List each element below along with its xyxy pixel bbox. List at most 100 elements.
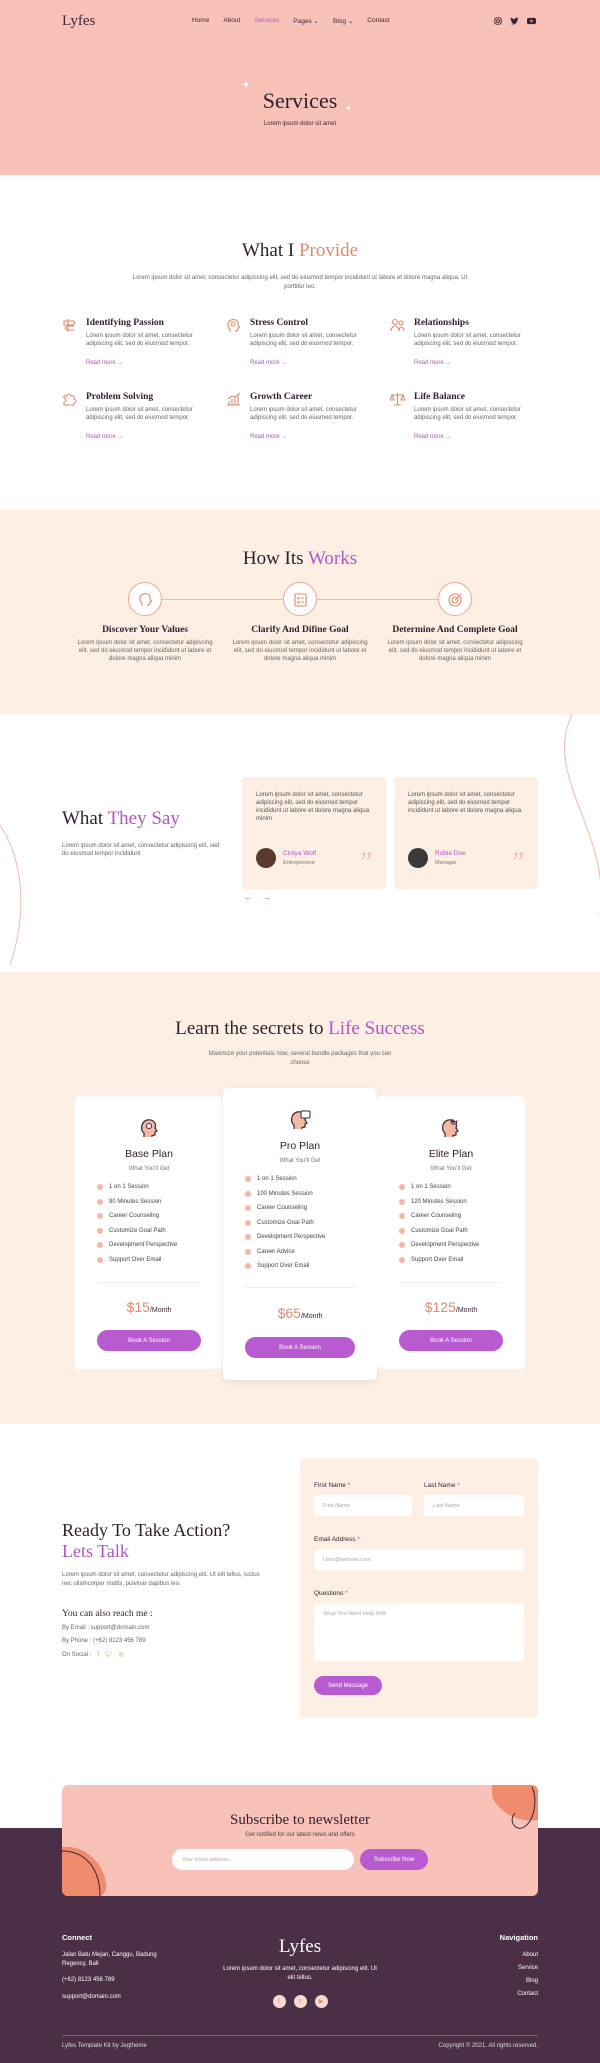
- footer-nav-about[interactable]: About: [500, 1951, 538, 1960]
- quote-icon: ”: [512, 847, 524, 876]
- site-logo[interactable]: Lyfes: [62, 13, 95, 30]
- step-title: Clarify And Difine Goal: [251, 625, 349, 635]
- service-text: Lorem ipsum dolor sit amet, consectetur …: [414, 407, 521, 421]
- facebook-icon[interactable]: f: [97, 1652, 99, 1658]
- contact-email[interactable]: By Email : support@domain.com: [62, 1625, 149, 1631]
- feature-item: Customize Goal Path: [97, 1224, 177, 1239]
- book-session-button[interactable]: Book A Session: [245, 1337, 355, 1358]
- arrow-right-icon[interactable]: →: [263, 893, 271, 902]
- email-label: Email Address *: [314, 1536, 360, 1543]
- feature-label: Support Over Email: [109, 1256, 162, 1263]
- instagram-icon[interactable]: [493, 16, 502, 25]
- feature-item: Career Counseling: [245, 1201, 325, 1216]
- nav-blog[interactable]: Blog ⌄: [333, 17, 353, 25]
- nav-services[interactable]: Services: [254, 17, 279, 25]
- feature-label: 120 Minutes Session: [411, 1198, 467, 1205]
- pro-plan-icon: [289, 1110, 311, 1132]
- twitter-icon[interactable]: 🐦︎: [105, 1651, 113, 1658]
- step-text: Lorem ipsum dolor sit amet, consectetur …: [77, 640, 213, 662]
- testimonials-title-accent: They Say: [107, 808, 180, 829]
- balance-icon: [389, 392, 406, 408]
- read-more-link[interactable]: Read more →: [250, 360, 287, 366]
- twitter-icon[interactable]: [510, 16, 519, 25]
- page-title: Services: [262, 88, 338, 113]
- contact-phone[interactable]: By Phone : (+62) 8123 456 789: [62, 1638, 146, 1644]
- newsletter-title: Subscribe to newsletter: [230, 1812, 370, 1828]
- required-mark: *: [345, 1590, 348, 1597]
- read-more-link[interactable]: Read more →: [86, 434, 123, 440]
- footer-copyright: Copyright © 2021. All rights reserved.: [438, 2043, 538, 2049]
- testimonial-role: Manager: [435, 860, 457, 866]
- youtube-icon[interactable]: ▶: [314, 1995, 328, 2008]
- plan-price: $125/Month: [377, 1299, 525, 1315]
- price-value: $15: [126, 1299, 150, 1315]
- read-more-label: Read more: [86, 360, 116, 366]
- feature-item: Support Over Email: [97, 1253, 177, 1268]
- book-session-button[interactable]: Book A Session: [97, 1330, 201, 1351]
- works-title: How Its Works: [0, 548, 600, 570]
- checklist-icon: [283, 582, 317, 616]
- newsletter-box: Subscribe to newsletter Get notified for…: [62, 1785, 538, 1896]
- twitter-icon[interactable]: t: [293, 1995, 307, 2008]
- nav-home[interactable]: Home: [192, 17, 209, 25]
- check-icon: [399, 1256, 405, 1263]
- instagram-icon[interactable]: ◎: [119, 1651, 124, 1658]
- provide-title-plain: What I: [241, 240, 295, 261]
- signpost-icon: [62, 318, 78, 334]
- required-mark: *: [347, 1482, 351, 1489]
- check-icon: [97, 1227, 103, 1234]
- price-period: /Month: [455, 1307, 478, 1314]
- arrow-left-icon[interactable]: ←: [244, 893, 252, 902]
- step-text: Lorem ipsum dolor sit amet, consectetur …: [387, 640, 523, 662]
- feature-label: Career Counseling: [411, 1213, 462, 1220]
- footer-phone[interactable]: (+62) 8123 456 789: [62, 1976, 172, 1985]
- footer-nav-blog[interactable]: Blog: [500, 1977, 538, 1986]
- read-more-link[interactable]: Read more →: [414, 434, 451, 440]
- read-more-link[interactable]: Read more →: [414, 360, 451, 366]
- plan-price: $15/Month: [75, 1299, 223, 1315]
- feature-label: 1 on 1 Session: [411, 1184, 451, 1191]
- feature-item: Career Counseling: [97, 1209, 177, 1224]
- check-icon: [245, 1176, 251, 1183]
- nav-about[interactable]: About: [223, 17, 240, 25]
- check-icon: [245, 1190, 251, 1197]
- check-icon: [97, 1242, 103, 1249]
- feature-item: Development Perspective: [399, 1238, 479, 1253]
- price-value: $125: [424, 1299, 456, 1315]
- send-message-button[interactable]: Send Message: [314, 1676, 382, 1695]
- read-more-link[interactable]: Read more →: [250, 434, 287, 440]
- people-icon: [390, 318, 406, 334]
- contact-social: On Social : f 🐦︎ ◎: [62, 1651, 124, 1659]
- feature-label: 100 Minutes Session: [257, 1190, 313, 1197]
- youtube-icon[interactable]: [527, 16, 536, 25]
- service-text: Lorem ipsum dolor sit amet, consectetur …: [250, 407, 357, 421]
- nav-pages[interactable]: Pages ⌄: [293, 17, 319, 25]
- chevron-down-icon: ⌄: [347, 18, 354, 25]
- feature-label: Career Advice: [257, 1248, 295, 1255]
- contact-form: First Name * First Name Last Name * Last…: [300, 1458, 538, 1718]
- questions-field[interactable]: What You Need Help With: [314, 1603, 524, 1661]
- service-title: Identifying Passion: [86, 318, 164, 328]
- footer-nav-service[interactable]: Service: [500, 1964, 538, 1973]
- provide-title: What I Provide: [0, 240, 600, 262]
- nav-contact[interactable]: Contact: [367, 17, 389, 25]
- facebook-icon[interactable]: f: [272, 1995, 286, 2008]
- feature-item: 90 Minutes Session: [97, 1195, 177, 1210]
- subscribe-button[interactable]: Subscribe Now: [360, 1849, 428, 1870]
- divider: [245, 1287, 355, 1288]
- questions-label: Questions *: [314, 1590, 348, 1597]
- first-name-field[interactable]: First Name: [314, 1495, 412, 1516]
- last-name-field[interactable]: Last Name: [424, 1495, 524, 1516]
- read-more-link[interactable]: Read more →: [86, 360, 123, 366]
- check-icon: [399, 1184, 405, 1191]
- elite-plan-icon: [440, 1118, 462, 1140]
- newsletter-email-input[interactable]: Your email address: [172, 1849, 354, 1870]
- book-session-button[interactable]: Book A Session: [399, 1330, 503, 1351]
- feature-item: 100 Minutes Session: [245, 1187, 325, 1202]
- email-field[interactable]: User@website.com: [314, 1549, 524, 1570]
- feature-label: Customize Goal Path: [109, 1227, 166, 1234]
- testimonials-title: What They Say: [62, 808, 262, 830]
- price-period: /Month: [149, 1307, 172, 1314]
- footer-nav-contact[interactable]: Contact: [500, 1990, 538, 1999]
- quote-icon: ”: [360, 847, 372, 876]
